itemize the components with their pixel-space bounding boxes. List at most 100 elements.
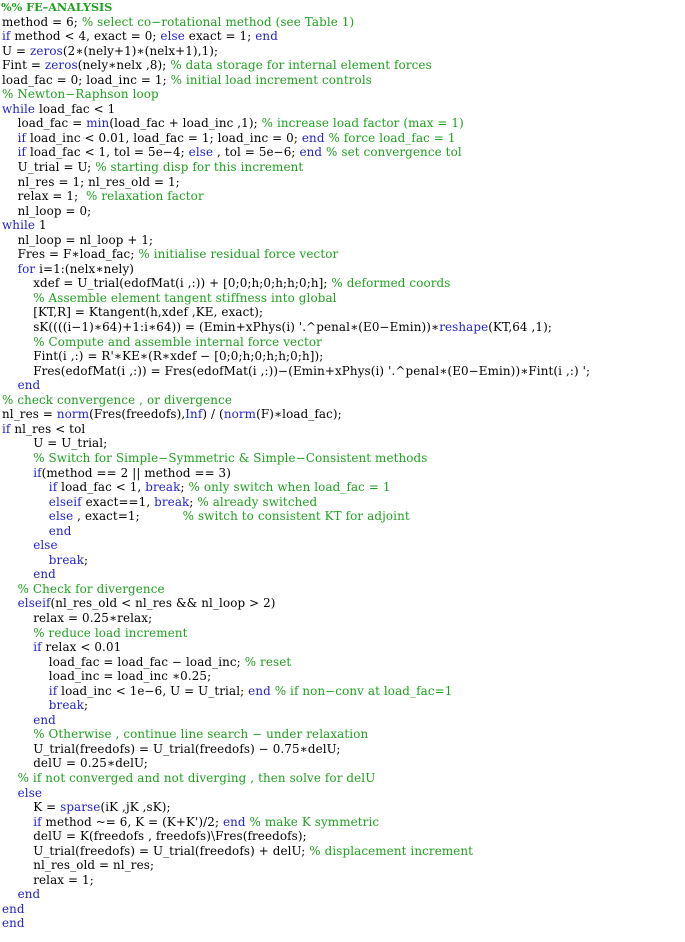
code-comment: % deformed coords xyxy=(331,276,451,291)
code-keyword: if xyxy=(33,640,42,655)
code-line: break; xyxy=(0,553,685,568)
code-text: ) / ( xyxy=(202,407,224,422)
code-line: % Assemble element tangent stiffness int… xyxy=(0,291,685,306)
code-text: relax = 1; xyxy=(17,189,87,204)
code-line: if load_fac < 1, tol = 5e−4; else , tol … xyxy=(0,145,685,160)
code-line: delU = 0.25∗delU; xyxy=(0,756,685,771)
code-text: , exact=1; xyxy=(73,509,183,524)
code-text: (load_fac + load_inc ,1); xyxy=(109,116,262,131)
code-line: relax = 0.25∗relax; xyxy=(0,611,685,626)
code-comment: %% FE–ANALYSIS xyxy=(1,0,113,14)
code-text: Fres(edofMat(i ,:)) = Fres(edofMat(i ,:)… xyxy=(33,363,591,378)
code-keyword: if xyxy=(48,683,58,698)
code-line: else , exact=1; % switch to consistent K… xyxy=(0,509,685,524)
code-comment: % data storage for internal element forc… xyxy=(170,58,432,73)
code-text: relax = 1; xyxy=(33,872,94,887)
code-comment: % switch to consistent KT for adjoint xyxy=(182,509,410,524)
code-comment: % make K symmetric xyxy=(245,814,380,829)
code-comment: % force load_fac = 1 xyxy=(324,130,456,145)
code-keyword: end xyxy=(33,712,56,727)
code-keyword: end xyxy=(2,901,25,916)
code-keyword: break xyxy=(48,698,85,713)
code-line: end xyxy=(0,378,685,393)
code-text: nl_res = 1; nl_res_old = 1; xyxy=(17,174,180,189)
code-keyword: break xyxy=(48,552,85,567)
code-line: Fres = F∗load_fac; % initialise residual… xyxy=(0,247,685,262)
code-comment: % increase load factor (max = 1) xyxy=(261,116,464,131)
code-line: nl_loop = nl_loop + 1; xyxy=(0,233,685,248)
code-text: (iK ,jK ,sK); xyxy=(100,800,171,815)
code-line: elseif exact==1, break; % already switch… xyxy=(0,495,685,510)
code-keyword: else xyxy=(48,509,74,524)
code-line: Fint(i ,:) = R'∗KE∗(R∗xdef − [0;0;h;0;h;… xyxy=(0,349,685,364)
code-line: method = 6; % select co−rotational metho… xyxy=(0,15,685,30)
code-comment: % if not converged and not diverging , t… xyxy=(17,770,376,785)
code-text: (F)∗load_fac); xyxy=(256,407,342,422)
code-line: end xyxy=(0,902,685,917)
code-text: load_fac < 1 xyxy=(35,101,116,116)
code-line: U_trial(freedofs) = U_trial(freedofs) − … xyxy=(0,742,685,757)
code-text: method ~= 6, K = (K+K')/2; xyxy=(41,814,223,829)
code-text: load_fac < 1, xyxy=(57,480,146,495)
code-keyword: for xyxy=(17,261,36,276)
code-text: (2∗(nely+1)∗(nelx+1),1); xyxy=(62,43,219,58)
code-text: exact==1, xyxy=(81,494,155,509)
code-line: end xyxy=(0,713,685,728)
code-text: ; xyxy=(180,480,189,495)
code-text: nl_res = xyxy=(2,407,57,422)
code-line: delU = K(freedofs , freedofs)\Fres(freed… xyxy=(0,829,685,844)
code-keyword: elseif xyxy=(17,596,51,611)
code-keyword: if xyxy=(33,814,42,829)
code-function: zeros xyxy=(30,43,63,58)
code-line: Fint = zeros(nely∗nelx ,8); % data stora… xyxy=(0,58,685,73)
code-function: zeros xyxy=(44,58,78,73)
code-comment: % Check for divergence xyxy=(17,581,165,596)
code-text: 1 xyxy=(35,218,47,233)
code-text: ; xyxy=(84,552,89,567)
code-text: nl_res_old = nl_res; xyxy=(33,858,155,873)
code-line: % reduce load increment xyxy=(0,626,685,641)
code-keyword: if xyxy=(17,145,27,160)
code-line: % Switch for Simple−Symmetric & Simple−C… xyxy=(0,451,685,466)
code-comment: % Otherwise , continue line search − und… xyxy=(33,727,369,742)
code-comment: % set convergence tol xyxy=(322,145,462,160)
code-text: xdef = U_trial(edofMat(i ,:)) + [0;0;h;0… xyxy=(33,276,332,291)
code-comment: % initialise residual force vector xyxy=(138,247,339,262)
code-comment: % relaxation factor xyxy=(86,189,204,204)
code-function: reshape xyxy=(439,320,489,335)
code-function: Inf xyxy=(185,407,203,422)
code-line: load_fac = 0; load_inc = 1; % initial lo… xyxy=(0,73,685,88)
code-line: end xyxy=(0,567,685,582)
code-line: else xyxy=(0,786,685,801)
code-text: load_inc < 0.01, load_fac = 1; load_inc … xyxy=(26,130,302,145)
code-line: % Newton−Raphson loop xyxy=(0,87,685,102)
